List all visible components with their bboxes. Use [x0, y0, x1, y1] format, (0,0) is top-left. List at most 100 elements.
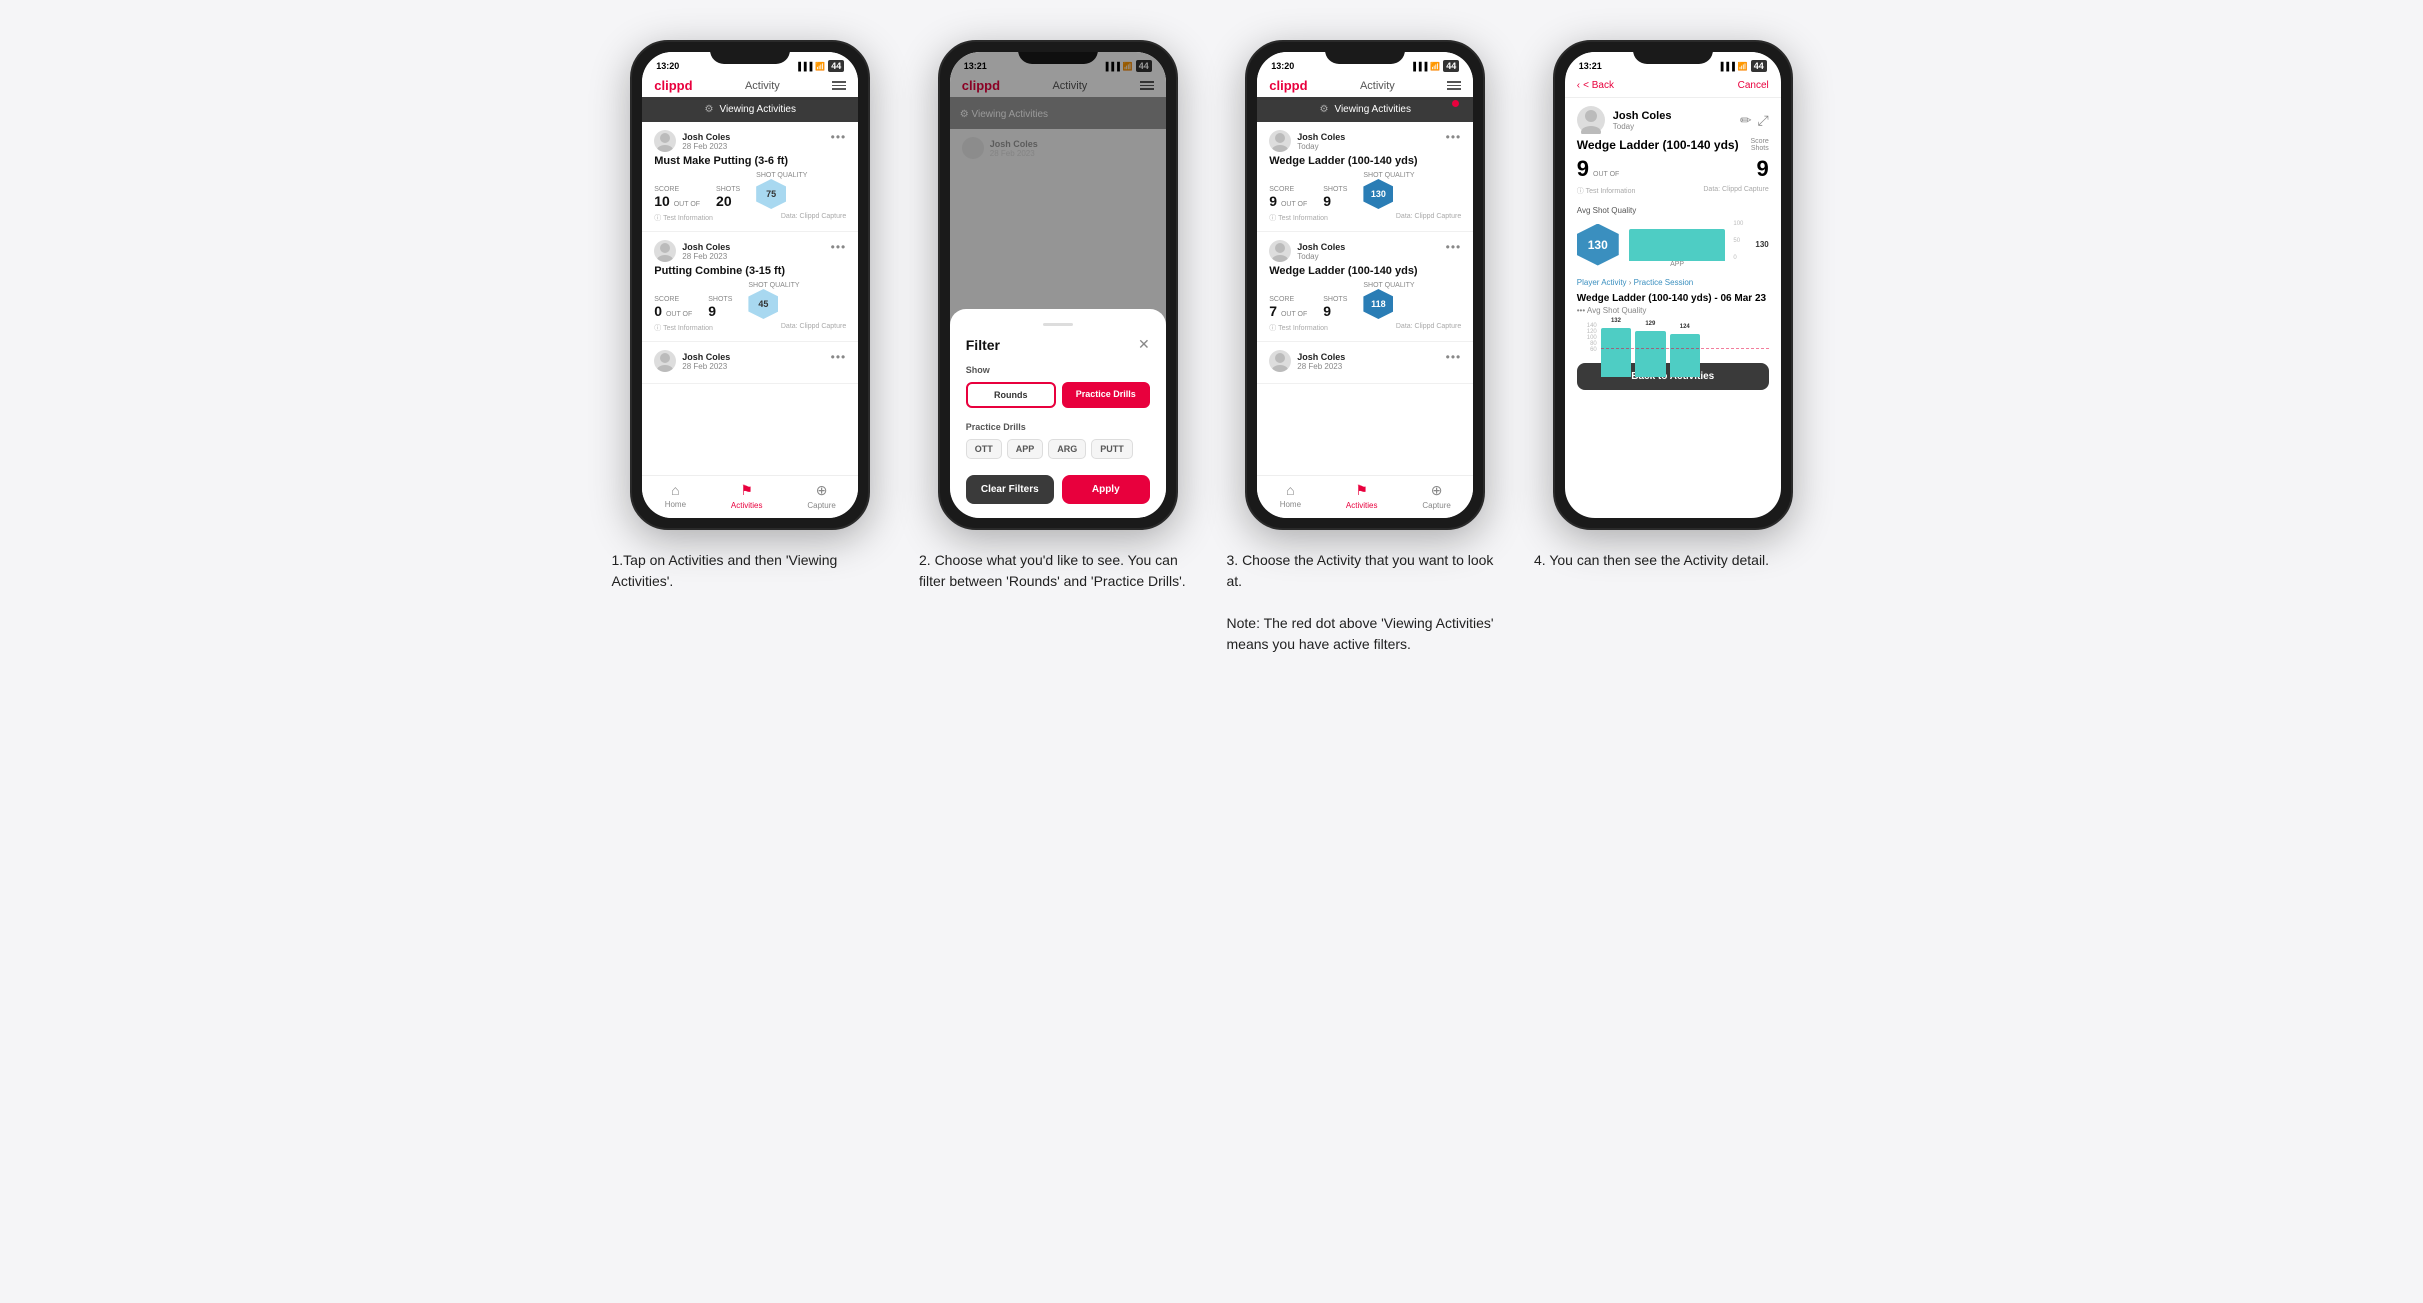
detail-user-info-4: Josh Coles Today — [1577, 106, 1672, 134]
dots-menu-1-2[interactable]: ••• — [831, 240, 847, 254]
user-date-1-2: 28 Feb 2023 — [682, 252, 730, 261]
bar-chart-section-4: 140 120 100 80 60 132 — [1565, 319, 1781, 357]
tag-arg[interactable]: ARG — [1048, 439, 1086, 459]
app-nav-1: clippd Activity — [642, 74, 858, 97]
tall-y-axis-4: 140 120 100 80 60 — [1577, 323, 1597, 353]
detail-score-value-4: 9 — [1577, 156, 1589, 182]
user-text-1-2: Josh Coles 28 Feb 2023 — [682, 242, 730, 261]
user-date-1-1: 28 Feb 2023 — [682, 142, 730, 151]
activity-card-1-1[interactable]: Josh Coles 28 Feb 2023 ••• Must Make Put… — [642, 122, 858, 232]
phone-1-screen: 13:20 ▐▐▐ 📶 44 clippd Activity — [642, 52, 858, 518]
avg-sq-content-4: 130 100 50 0 — [1577, 221, 1769, 268]
modal-close-2[interactable]: ✕ — [1138, 336, 1150, 353]
cards-container-1: Josh Coles 28 Feb 2023 ••• Must Make Put… — [642, 122, 858, 475]
status-icons-3: ▐▐▐ 📶 44 — [1410, 60, 1459, 72]
time-1: 13:20 — [656, 61, 679, 71]
step-1-caption: 1.Tap on Activities and then 'Viewing Ac… — [612, 550, 890, 592]
status-icons-4: ▐▐▐ 📶 44 — [1718, 60, 1767, 72]
rounds-btn-2[interactable]: Rounds — [966, 382, 1056, 408]
modal-handle-2 — [1043, 323, 1073, 326]
shots-value-1-1: 20 — [716, 193, 740, 209]
sq-badge-1-1: 75 — [756, 179, 786, 209]
activity-card-3-3[interactable]: Josh Coles 28 Feb 2023 ••• — [1257, 342, 1473, 384]
practice-session-label-4: Player Activity › Practice Session — [1565, 274, 1781, 291]
wifi-icon-3: 📶 — [1430, 62, 1440, 71]
detail-user-date-4: Today — [1613, 122, 1672, 131]
bar-1-4: 132 — [1601, 328, 1631, 377]
bottom-nav-capture-3[interactable]: ⊕ Capture — [1422, 482, 1450, 510]
viewing-banner-3[interactable]: ⚙ Viewing Activities — [1257, 97, 1473, 122]
apply-btn-2[interactable]: Apply — [1062, 475, 1150, 504]
phone-1-notch — [710, 42, 790, 64]
footer-left-1-1: ⓘ Test Information — [654, 213, 713, 223]
dots-menu-1-1[interactable]: ••• — [831, 130, 847, 144]
activity-card-3-2[interactable]: Josh Coles Today ••• Wedge Ladder (100-1… — [1257, 232, 1473, 342]
shots-block-1-2: Shots 9 — [708, 296, 732, 319]
home-icon-1: ⌂ — [671, 482, 679, 498]
cancel-link-4[interactable]: Cancel — [1738, 80, 1769, 91]
edit-icon-4[interactable]: ✏ — [1740, 112, 1752, 129]
show-label-2: Show — [966, 365, 1150, 375]
user-text-1-1: Josh Coles 28 Feb 2023 — [682, 132, 730, 151]
app-nav-3: clippd Activity — [1257, 74, 1473, 97]
score-label-1-1: Score — [654, 186, 700, 193]
card-footer-1-1: ⓘ Test Information Data: Clippd Capture — [654, 213, 846, 223]
phone-1: 13:20 ▐▐▐ 📶 44 clippd Activity — [630, 40, 870, 530]
page-wrapper: 13:20 ▐▐▐ 📶 44 clippd Activity — [612, 40, 1812, 655]
phone-3: 13:20 ▐▐▐ 📶 44 clippd Activity — [1245, 40, 1485, 530]
modal-title-2: Filter — [966, 337, 1000, 353]
score-block-1-1: Score 10 OUT OF — [654, 186, 700, 209]
score-value-1-1: 10 OUT OF — [654, 193, 700, 209]
bottom-nav-activities-3[interactable]: ⚑ Activities — [1346, 482, 1378, 510]
bottom-nav-capture-1[interactable]: ⊕ Capture — [807, 482, 835, 510]
activity-card-3-1[interactable]: Josh Coles Today ••• Wedge Ladder (100-1… — [1257, 122, 1473, 232]
y-axis-labels-4: 100 50 0 — [1733, 221, 1743, 261]
expand-icon-4[interactable]: ⤢ — [1758, 112, 1769, 129]
card-header-1-1: Josh Coles 28 Feb 2023 ••• — [654, 130, 846, 152]
hamburger-icon-1[interactable] — [832, 81, 846, 90]
filter-modal-2: Filter ✕ Show Rounds Practice Drills Pra… — [950, 309, 1166, 518]
phone-3-screen: 13:20 ▐▐▐ 📶 44 clippd Activity — [1257, 52, 1473, 518]
detail-user-name-4: Josh Coles — [1613, 110, 1672, 122]
tag-app[interactable]: APP — [1007, 439, 1044, 459]
step-4-col: 13:21 ▐▐▐ 📶 44 ‹ < Back Cancel — [1534, 40, 1812, 655]
phone-3-notch — [1325, 42, 1405, 64]
avg-sq-section-4: Avg Shot Quality 130 100 50 0 — [1565, 200, 1781, 274]
tag-putt[interactable]: PUTT — [1091, 439, 1133, 459]
activity-title-1-1: Must Make Putting (3-6 ft) — [654, 155, 846, 167]
banner-text-3: Viewing Activities — [1334, 104, 1411, 115]
chart-max-label-4: 130 — [1755, 240, 1768, 249]
score-block-1-2: Score 0 OUT OF — [654, 296, 692, 319]
modal-header-2: Filter ✕ — [966, 336, 1150, 353]
sq-block-1-2: Shot Quality 45 — [748, 282, 799, 319]
bottom-nav-activities-1[interactable]: ⚑ Activities — [731, 482, 763, 510]
viewing-banner-1[interactable]: ⚙ Viewing Activities — [642, 97, 858, 122]
sq-badge-large-4: 130 — [1577, 224, 1619, 266]
stats-row-1-2: Score 0 OUT OF Shots 9 — [654, 282, 846, 319]
activity-card-1-3[interactable]: Josh Coles 28 Feb 2023 ••• — [642, 342, 858, 384]
practice-drills-btn-2[interactable]: Practice Drills — [1062, 382, 1150, 408]
tag-ott[interactable]: OTT — [966, 439, 1002, 459]
home-icon-3: ⌂ — [1286, 482, 1294, 498]
user-name-1-1: Josh Coles — [682, 132, 730, 142]
phone-2: 13:21 ▐▐▐ 📶 44 clippd Activity — [938, 40, 1178, 530]
battery-icon-4: 44 — [1751, 60, 1767, 72]
card-footer-1-2: ⓘ Test Information Data: Clippd Capture — [654, 323, 846, 333]
back-link-4[interactable]: ‹ < Back — [1577, 80, 1614, 91]
detail-header-4: ‹ < Back Cancel — [1565, 74, 1781, 98]
detail-drill-subtitle-4: ••• Avg Shot Quality — [1565, 306, 1781, 319]
hamburger-icon-3[interactable] — [1447, 81, 1461, 90]
bottom-nav-home-3[interactable]: ⌂ Home — [1280, 482, 1301, 510]
clear-filters-btn-2[interactable]: Clear Filters — [966, 475, 1054, 504]
card-header-1-3: Josh Coles 28 Feb 2023 ••• — [654, 350, 846, 372]
avatar-3-1 — [1269, 130, 1291, 152]
bottom-nav-home-1[interactable]: ⌂ Home — [665, 482, 686, 510]
sq-badge-3-1: 130 — [1363, 179, 1393, 209]
avatar-1-1 — [654, 130, 676, 152]
detail-activity-title-4: Wedge Ladder (100-140 yds) — [1577, 138, 1751, 152]
banner-text-1: Viewing Activities — [719, 104, 796, 115]
step-3-caption: 3. Choose the Activity that you want to … — [1227, 550, 1505, 655]
avatar-1-2 — [654, 240, 676, 262]
chart-label-4: APP — [1629, 261, 1746, 268]
activity-card-1-2[interactable]: Josh Coles 28 Feb 2023 ••• Putting Combi… — [642, 232, 858, 342]
